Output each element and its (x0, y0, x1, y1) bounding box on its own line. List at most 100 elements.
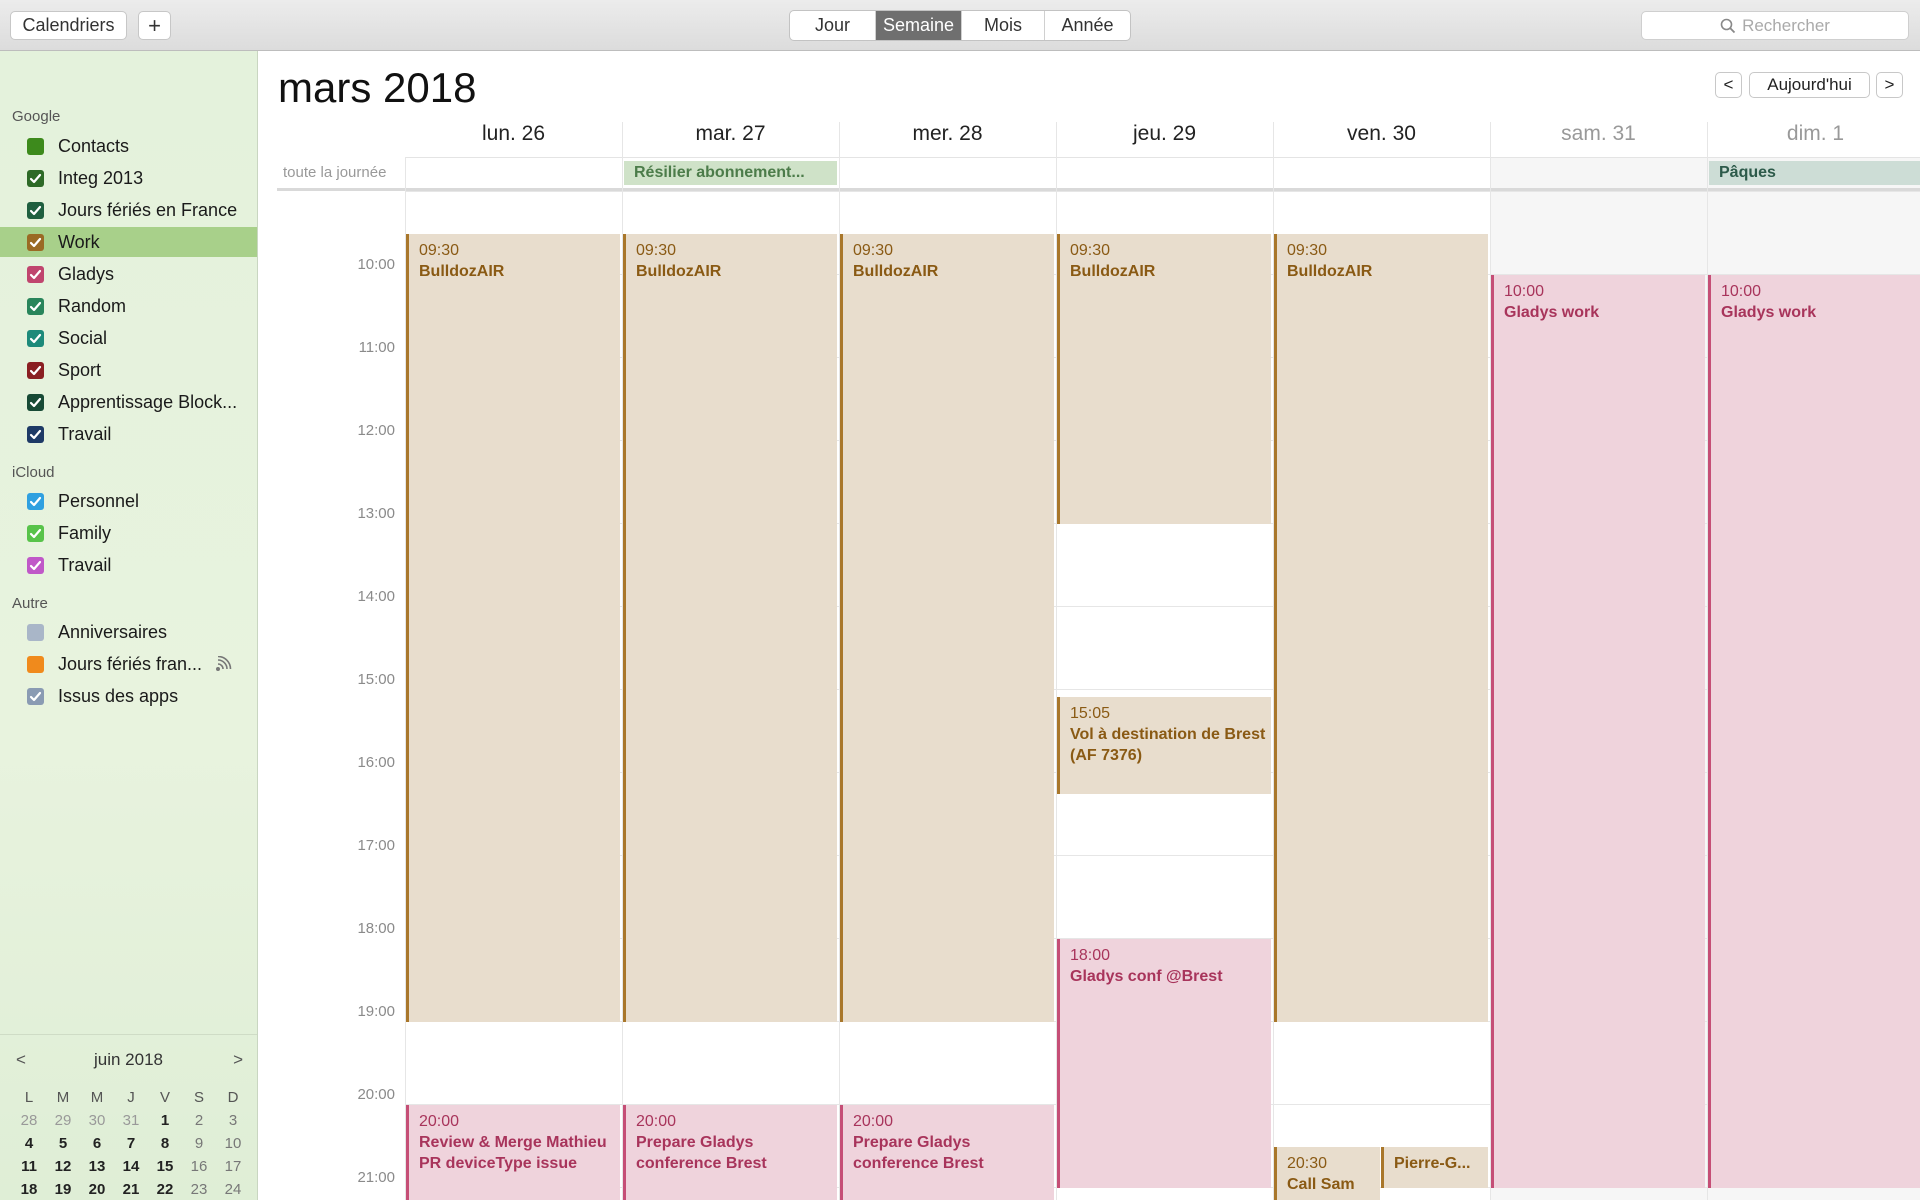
calendar-event[interactable]: 18:00 Gladys conf @Brest (1057, 939, 1271, 1188)
checkbox-checked-icon[interactable] (27, 393, 44, 411)
mini-day[interactable]: 29 (46, 1109, 80, 1132)
calendar-event[interactable]: 10:00 Gladys work (1708, 275, 1920, 1188)
mini-weekday-header: S (193, 1089, 204, 1106)
checkbox-checked-icon[interactable] (27, 425, 44, 443)
mini-day[interactable]: 2 (182, 1109, 216, 1132)
mini-day[interactable]: 14 (114, 1155, 148, 1178)
hour-label: 20:00 (357, 1086, 395, 1103)
sidebar-calendar-item[interactable]: Travail (0, 419, 257, 449)
mini-next-button[interactable]: > (233, 1050, 243, 1070)
mini-day[interactable]: 16 (182, 1155, 216, 1178)
mini-day[interactable]: 19 (46, 1178, 80, 1200)
checkbox-unchecked-icon[interactable] (27, 137, 44, 155)
day-header[interactable]: dim. 1 (1707, 122, 1920, 150)
view-year-button[interactable]: Année (1045, 11, 1130, 40)
day-header[interactable]: jeu. 29 (1056, 122, 1273, 150)
sidebar-calendar-item[interactable]: Integ 2013 (0, 163, 257, 193)
checkbox-checked-icon[interactable] (27, 169, 44, 187)
view-month-button[interactable]: Mois (962, 11, 1045, 40)
mini-day[interactable]: 4 (12, 1132, 46, 1155)
mini-day[interactable]: 30 (80, 1109, 114, 1132)
calendar-event[interactable]: Pierre-G... (1381, 1146, 1488, 1188)
mini-day[interactable]: 11 (12, 1155, 46, 1178)
calendar-event[interactable]: 15:05 Vol à destination de Brest (AF 7376… (1057, 696, 1271, 794)
sidebar-calendar-label: Work (58, 231, 100, 252)
sidebar-calendar-label: Personnel (58, 490, 140, 511)
sidebar-calendar-item[interactable]: Sport (0, 355, 257, 385)
mini-day[interactable]: 17 (216, 1155, 250, 1178)
mini-day[interactable]: 18 (12, 1178, 46, 1200)
mini-day[interactable]: 15 (148, 1155, 182, 1178)
checkbox-unchecked-icon[interactable] (27, 623, 44, 641)
all-day-event[interactable]: Résilier abonnement... (624, 161, 837, 185)
mini-day[interactable]: 23 (182, 1178, 216, 1200)
checkbox-checked-icon[interactable] (27, 329, 44, 347)
mini-day[interactable]: 31 (114, 1109, 148, 1132)
calendar-event[interactable]: 20:00 Prepare Gladys conference Brest (840, 1105, 1054, 1200)
calendar-event[interactable]: 09:30 BulldozAIR (840, 233, 1054, 1022)
mini-day[interactable]: 21 (114, 1178, 148, 1200)
mini-day[interactable]: 8 (148, 1132, 182, 1155)
sidebar-calendar-item[interactable]: Issus des apps (0, 681, 257, 711)
view-day-button[interactable]: Jour (790, 11, 876, 40)
day-header[interactable]: sam. 31 (1490, 122, 1707, 150)
sidebar-calendar-item[interactable]: Jours fériés en France (0, 195, 257, 225)
sidebar: Google Contacts Integ 2013 Jours fériés en … (0, 51, 258, 1200)
mini-day[interactable]: 22 (148, 1178, 182, 1200)
sidebar-calendar-item[interactable]: Random (0, 291, 257, 321)
mini-day[interactable]: 9 (182, 1132, 216, 1155)
calendar-event[interactable]: 09:30 BulldozAIR (1274, 233, 1488, 1022)
mini-day[interactable]: 20 (80, 1178, 114, 1200)
sidebar-calendar-item[interactable]: Travail (0, 550, 257, 580)
mini-day[interactable]: 28 (12, 1109, 46, 1132)
mini-day[interactable]: 3 (216, 1109, 250, 1132)
day-header[interactable]: mer. 28 (839, 122, 1056, 150)
all-day-event[interactable]: Pâques (1709, 161, 1920, 185)
next-week-button[interactable]: > (1876, 72, 1903, 98)
mini-day[interactable]: 12 (46, 1155, 80, 1178)
mini-day[interactable]: 24 (216, 1178, 250, 1200)
view-week-button[interactable]: Semaine (876, 11, 962, 40)
calendar-event[interactable]: 09:30 BulldozAIR (623, 233, 837, 1022)
event-title: Gladys work (1721, 304, 1817, 321)
sidebar-calendar-item[interactable]: Jours fériés fran... (0, 649, 257, 679)
calendar-event[interactable]: 20:00 Review & Merge Mathieu PR deviceTyp… (406, 1105, 620, 1200)
calendar-event[interactable]: 20:30 Call Sam (1274, 1146, 1380, 1200)
sidebar-calendar-item[interactable]: Apprentissage Block... (0, 387, 257, 417)
calendar-event[interactable]: 10:00 Gladys work (1491, 275, 1705, 1188)
mini-day[interactable]: 5 (46, 1132, 80, 1155)
calendars-button[interactable]: Calendriers (10, 11, 127, 40)
calendar-event[interactable]: 09:30 BulldozAIR (1057, 233, 1271, 524)
checkbox-checked-icon[interactable] (27, 265, 44, 283)
sidebar-calendar-item[interactable]: Family (0, 518, 257, 548)
sidebar-calendar-item[interactable]: Contacts (0, 131, 257, 161)
today-button[interactable]: Aujourd'hui (1749, 72, 1870, 98)
checkbox-checked-icon[interactable] (27, 556, 44, 574)
checkbox-checked-icon[interactable] (27, 687, 44, 705)
checkbox-checked-icon[interactable] (27, 361, 44, 379)
sidebar-calendar-item[interactable]: Personnel (0, 486, 257, 516)
day-header[interactable]: mar. 27 (622, 122, 839, 150)
sidebar-calendar-item[interactable]: Work (0, 227, 257, 257)
day-header[interactable]: ven. 30 (1273, 122, 1490, 150)
mini-day[interactable]: 13 (80, 1155, 114, 1178)
mini-day[interactable]: 7 (114, 1132, 148, 1155)
add-calendar-button[interactable]: + (138, 11, 171, 40)
mini-day[interactable]: 1 (148, 1109, 182, 1132)
checkbox-checked-icon[interactable] (27, 233, 44, 251)
checkbox-unchecked-icon[interactable] (27, 655, 44, 673)
mini-day[interactable]: 10 (216, 1132, 250, 1155)
sidebar-calendar-item[interactable]: Anniversaires (0, 617, 257, 647)
day-header[interactable]: lun. 26 (405, 122, 622, 150)
sidebar-calendar-item[interactable]: Gladys (0, 259, 257, 289)
checkbox-checked-icon[interactable] (27, 297, 44, 315)
checkbox-checked-icon[interactable] (27, 492, 44, 510)
search-input[interactable]: Rechercher (1641, 11, 1909, 40)
calendar-event[interactable]: 09:30 BulldozAIR (406, 233, 620, 1022)
calendar-event[interactable]: 20:00 Prepare Gladys conference Brest (623, 1105, 837, 1200)
checkbox-checked-icon[interactable] (27, 524, 44, 542)
checkbox-checked-icon[interactable] (27, 201, 44, 219)
sidebar-calendar-item[interactable]: Social (0, 323, 257, 353)
mini-day[interactable]: 6 (80, 1132, 114, 1155)
prev-week-button[interactable]: < (1715, 72, 1742, 98)
